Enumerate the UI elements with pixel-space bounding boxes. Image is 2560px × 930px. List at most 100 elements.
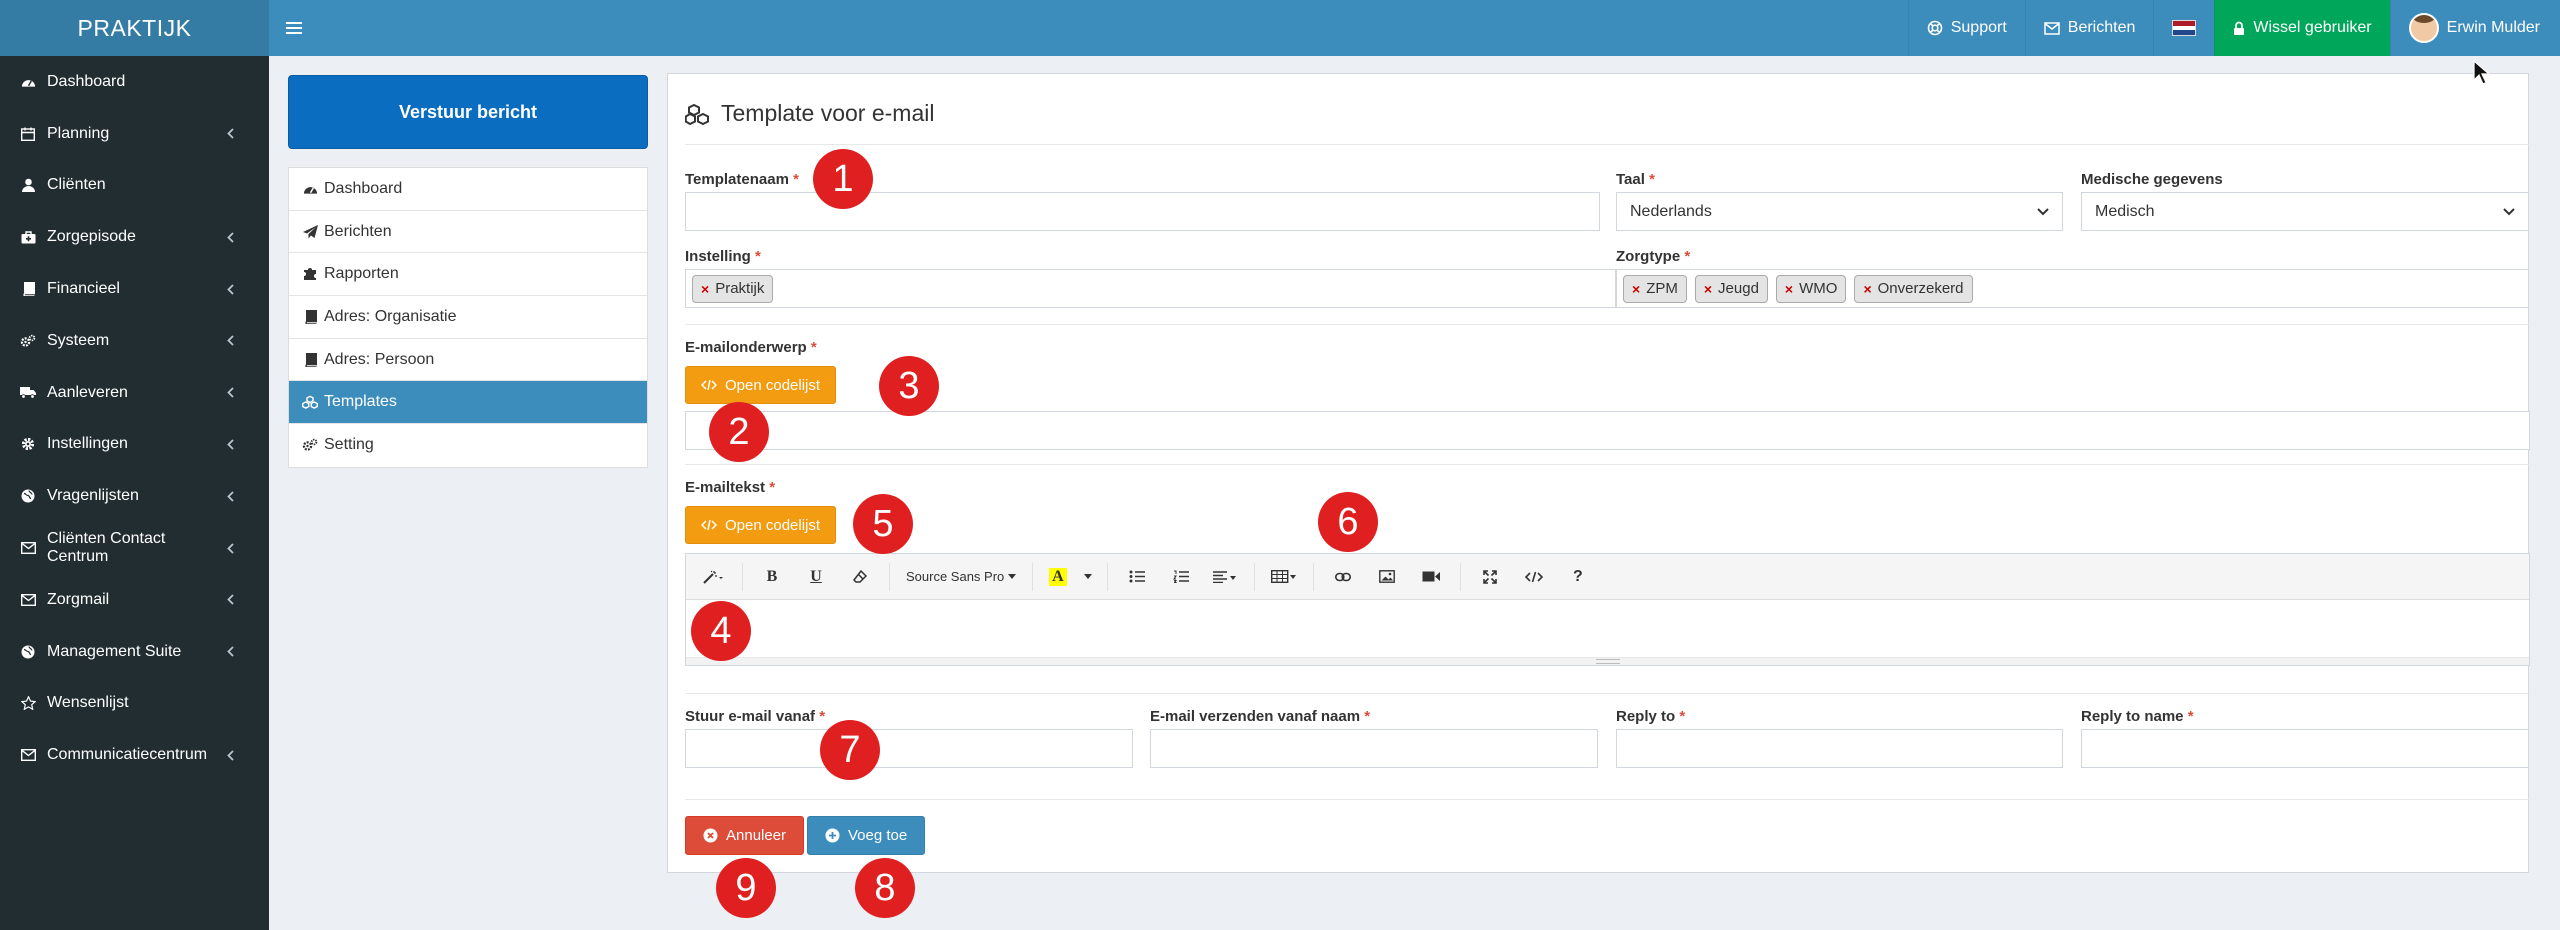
envelope-icon	[20, 593, 36, 606]
language-flag-button[interactable]	[2153, 0, 2214, 56]
chevron-left-icon	[222, 335, 238, 347]
open-codelist-button-body[interactable]: Open codelijst	[685, 506, 837, 544]
chevron-left-icon	[222, 128, 238, 139]
magic-style-button[interactable]	[694, 560, 732, 594]
menu-item-templates[interactable]: Templates	[289, 381, 647, 425]
table-dropdown-button[interactable]	[1265, 560, 1303, 594]
chevron-down-icon	[2503, 207, 2515, 216]
templatenaam-label: Templatenaam *	[685, 171, 799, 188]
fullscreen-button[interactable]	[1471, 560, 1509, 594]
sidebar-item-aanleveren[interactable]: Aanleveren	[0, 367, 269, 419]
code-icon	[701, 379, 717, 391]
ordered-list-button[interactable]	[1162, 560, 1200, 594]
sidebar-item-dashboard[interactable]: Dashboard	[0, 56, 269, 108]
cancel-button[interactable]: Annuleer	[685, 816, 805, 855]
zorgtype-tag-input[interactable]: × ZPM × Jeugd × WMO × Onverzekerd	[1616, 269, 2529, 308]
sidebar-item-vragenlijsten[interactable]: Vragenlijsten	[0, 470, 269, 522]
medisch-value: Medisch	[2095, 202, 2155, 220]
menu-item-rapporten[interactable]: Rapporten	[289, 253, 647, 297]
sidebar-item-zorgepisode[interactable]: Zorgepisode	[0, 211, 269, 263]
menu-item-adres-organisatie[interactable]: Adres: Organisatie	[289, 296, 647, 339]
font-family-dropdown[interactable]: Source Sans Pro	[900, 560, 1022, 594]
reply-to-name-input[interactable]	[2081, 729, 2529, 768]
remove-tag-icon[interactable]: ×	[1863, 281, 1871, 297]
color-dropdown-button[interactable]	[1079, 560, 1097, 594]
remove-tag-icon[interactable]: ×	[1632, 281, 1640, 297]
resize-grip-icon	[1595, 659, 1620, 664]
menu-item-dashboard[interactable]: Dashboard	[289, 168, 647, 211]
insert-video-button[interactable]	[1412, 560, 1450, 594]
insert-picture-button[interactable]	[1368, 560, 1406, 594]
sidebar-item-communicatiecentrum[interactable]: Communicatiecentrum	[0, 729, 269, 781]
sidebar-item-label: Wensenlijst	[47, 694, 129, 712]
sidebar-item-financieel[interactable]: Financieel	[0, 263, 269, 315]
sidebar-item-zorgmail[interactable]: Zorgmail	[0, 574, 269, 626]
sidebar-item-planning[interactable]: Planning	[0, 108, 269, 160]
menu-item-adres-persoon[interactable]: Adres: Persoon	[289, 339, 647, 382]
chevron-left-icon	[222, 750, 238, 761]
instelling-label: Instelling *	[685, 248, 761, 265]
picture-icon	[1379, 570, 1395, 583]
clear-format-button[interactable]	[841, 560, 879, 594]
toolbar-separator	[742, 562, 743, 591]
toolbar-separator	[1312, 562, 1314, 591]
help-button[interactable]: ?	[1559, 560, 1597, 594]
cubes-icon	[685, 103, 713, 125]
insert-link-button[interactable]	[1324, 560, 1362, 594]
selected-tag: × WMO	[1775, 274, 1847, 303]
font-family-value: Source Sans Pro	[906, 569, 1005, 584]
chevron-left-icon	[222, 542, 238, 554]
rich-text-editor: B U Source Sans Pro A ?	[685, 553, 2530, 666]
from-name-input[interactable]	[1150, 729, 1598, 768]
cogs-icon	[302, 438, 318, 452]
menu-item-setting[interactable]: Setting	[289, 424, 647, 467]
taal-select[interactable]: Nederlands	[1616, 192, 2063, 231]
caret-down-icon	[1007, 574, 1016, 579]
open-codelist-button-subject[interactable]: Open codelijst	[685, 366, 837, 404]
remove-tag-icon[interactable]: ×	[701, 281, 709, 297]
underline-button[interactable]: U	[797, 560, 835, 594]
unordered-list-button[interactable]	[1118, 560, 1156, 594]
support-link[interactable]: Support	[1907, 0, 2025, 56]
sidebar-toggle-button[interactable]	[269, 0, 319, 56]
subject-input[interactable]	[685, 411, 2530, 450]
page-title: Template voor e-mail	[685, 100, 934, 127]
times-circle-icon	[703, 828, 718, 843]
dashboard-icon	[302, 182, 318, 195]
messages-link[interactable]: Berichten	[2024, 0, 2154, 56]
bold-button[interactable]: B	[753, 560, 791, 594]
paragraph-align-dropdown[interactable]	[1206, 560, 1244, 594]
code-view-button[interactable]	[1515, 560, 1553, 594]
brand-logo[interactable]: PRAKTIJK	[0, 0, 269, 56]
sidebar-item-wensenlijst[interactable]: Wensenlijst	[0, 678, 269, 730]
add-button[interactable]: Voeg toe	[807, 816, 926, 855]
truck-icon	[20, 386, 36, 399]
editor-resize-bar[interactable]	[686, 657, 2529, 665]
menu-item-berichten[interactable]: Berichten	[289, 211, 647, 254]
messages-label: Berichten	[2067, 19, 2136, 36]
remove-tag-icon[interactable]: ×	[1704, 281, 1712, 297]
book-icon	[302, 309, 318, 324]
send-message-button[interactable]: Verstuur bericht	[288, 75, 648, 149]
medisch-select[interactable]: Medisch	[2081, 192, 2529, 231]
user-menu[interactable]: Erwin Mulder	[2389, 0, 2560, 56]
switch-user-button[interactable]: Wissel gebruiker	[2214, 0, 2390, 56]
instelling-tag-input[interactable]: × Praktijk	[685, 269, 1616, 308]
sidebar-item-label: Vragenlijsten	[47, 487, 139, 505]
sidebar-item-systeem[interactable]: Systeem	[0, 315, 269, 367]
sidebar-item-instellingen[interactable]: Instellingen	[0, 419, 269, 471]
sidebar-item-cliënten-contact-centrum[interactable]: Cliënten Contact Centrum	[0, 522, 269, 574]
annotation-badge-8: 8	[855, 858, 915, 918]
sidebar-item-management-suite[interactable]: Management Suite	[0, 626, 269, 678]
editor-content-area[interactable]	[686, 600, 2529, 657]
gear-icon	[20, 437, 36, 451]
remove-tag-icon[interactable]: ×	[1785, 281, 1793, 297]
from-email-input[interactable]	[685, 729, 1133, 768]
menu-item-label: Setting	[324, 436, 374, 454]
sidebar-item-cliënten[interactable]: Cliënten	[0, 160, 269, 212]
sidebar-item-label: Communicatiecentrum	[47, 746, 208, 764]
reply-to-input[interactable]	[1616, 729, 2063, 768]
bold-icon: B	[766, 567, 778, 585]
text-color-button[interactable]: A	[1043, 560, 1073, 594]
divider	[685, 144, 2530, 145]
